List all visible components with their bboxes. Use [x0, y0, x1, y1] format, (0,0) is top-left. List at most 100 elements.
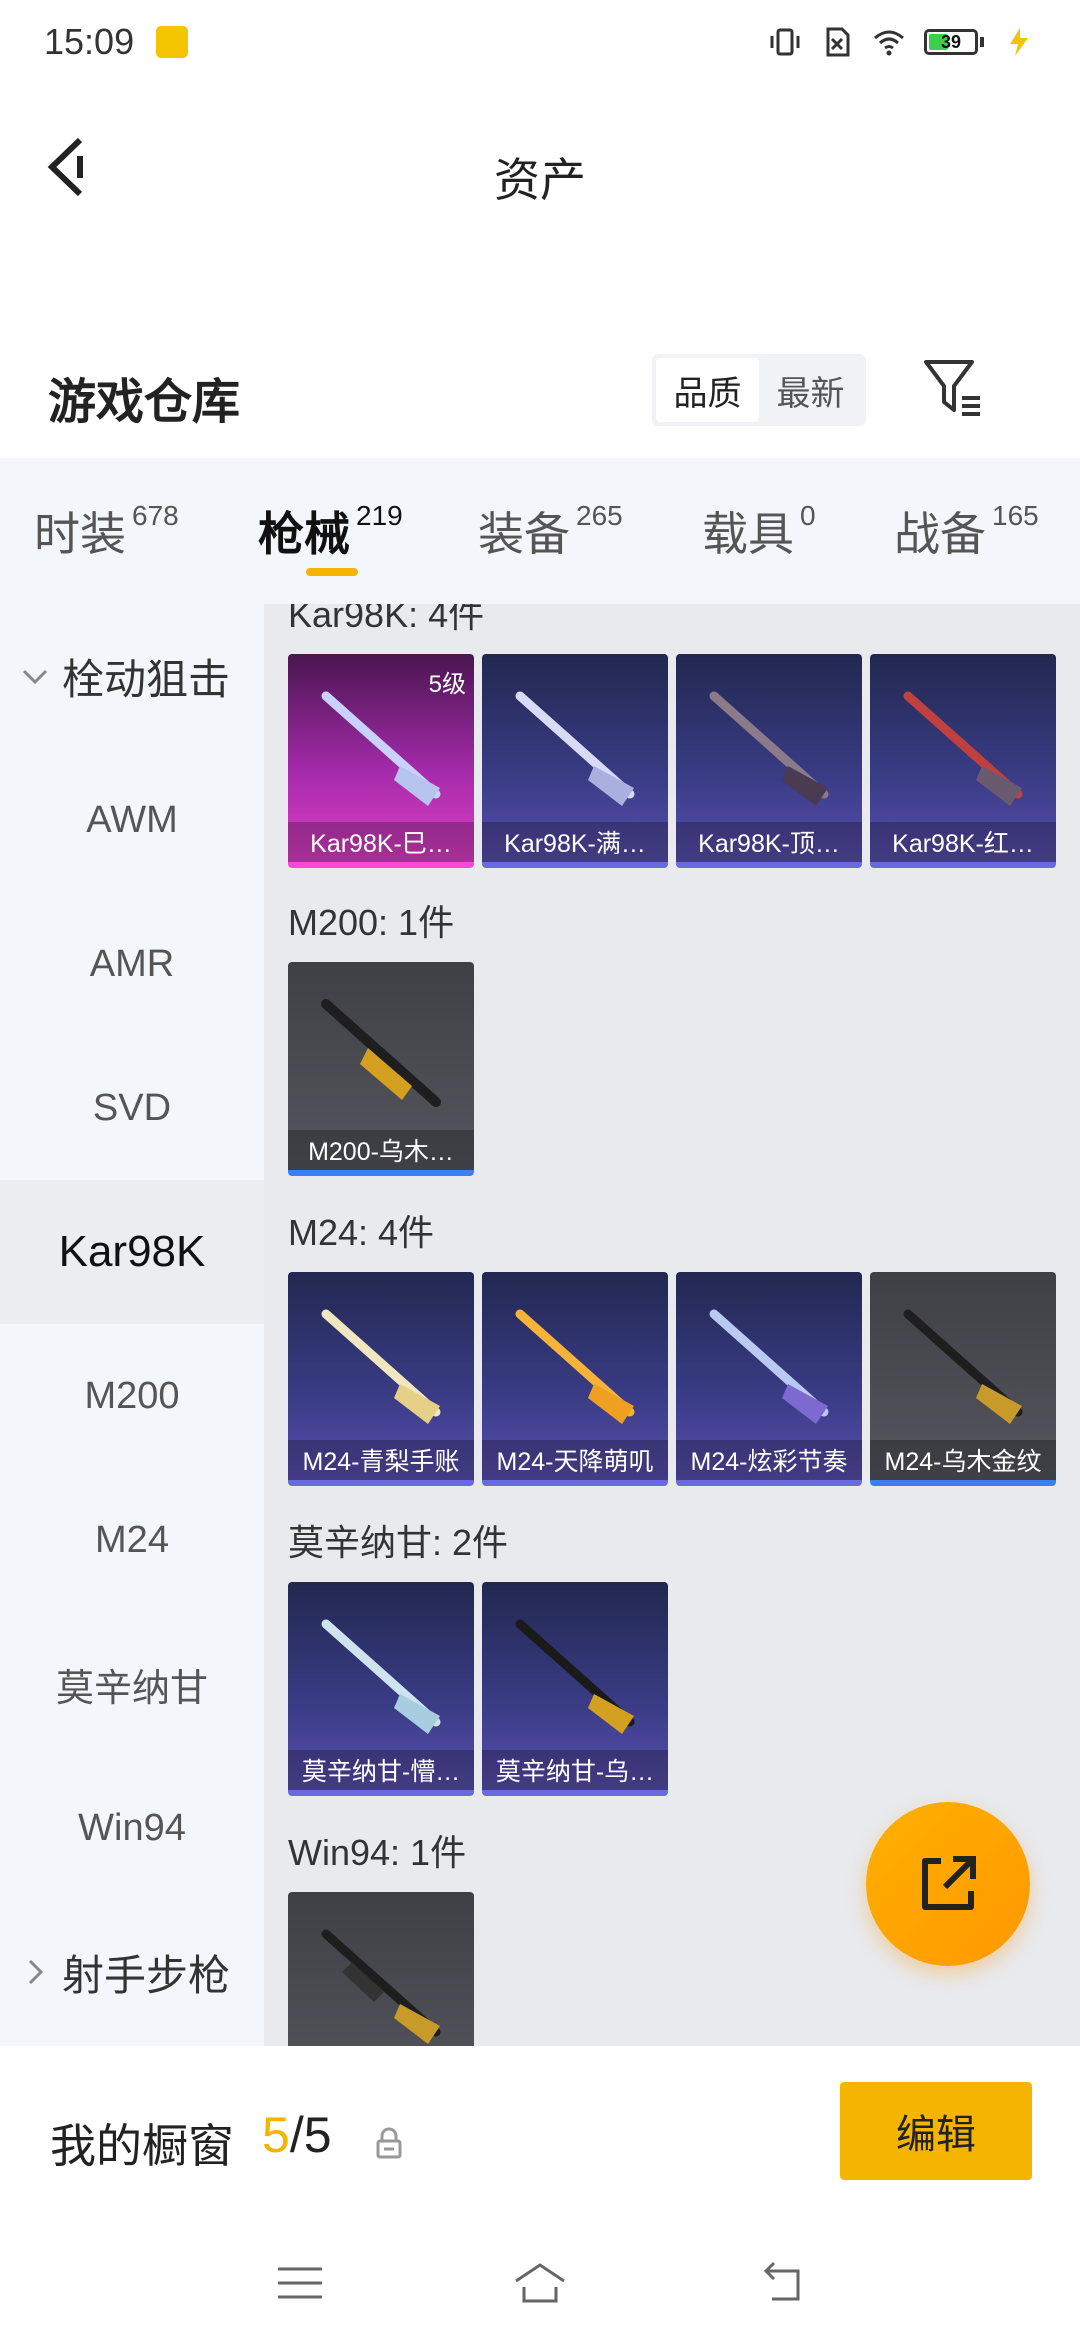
- section-title-kar98k: Kar98K: 4件: [288, 604, 485, 635]
- rifle-skin-icon: [903, 1309, 1023, 1424]
- edit-button[interactable]: 编辑: [840, 2082, 1032, 2180]
- skin-card[interactable]: M200-乌木…: [288, 962, 474, 1176]
- tab-label: 战备: [894, 508, 986, 560]
- rifle-skin-icon: [515, 1309, 635, 1424]
- showcase-total: 5: [303, 2107, 332, 2163]
- tab-firearms[interactable]: 枪械 219: [258, 498, 403, 564]
- tab-count: 265: [576, 500, 623, 531]
- rifle-skin-icon: [709, 691, 829, 806]
- tab-count: 0: [800, 500, 816, 531]
- sidebar-group-label: 射手步枪: [62, 1951, 231, 1999]
- share-button[interactable]: [866, 1802, 1030, 1966]
- skin-name: Kar98K-满…: [482, 822, 668, 862]
- skin-name: Kar98K-巳…: [288, 822, 474, 862]
- showcase-label: 我的橱窗: [50, 2120, 234, 2172]
- skin-card[interactable]: M24-乌木金纹: [870, 1272, 1056, 1486]
- tab-label: 装备: [478, 508, 570, 560]
- battery-level: 39: [940, 31, 962, 52]
- chevron-down-icon: [22, 669, 48, 685]
- tab-count: 678: [132, 500, 179, 531]
- skin-card[interactable]: 莫辛纳甘-懵…: [288, 1582, 474, 1796]
- skin-card[interactable]: 莫辛纳甘-乌…: [482, 1582, 668, 1796]
- sort-toggle: 品质 最新: [652, 354, 866, 426]
- chevron-right-icon: [28, 1959, 44, 1985]
- skin-card[interactable]: 5级 Kar98K-巳…: [288, 654, 474, 868]
- skin-card[interactable]: Kar98K-红…: [870, 654, 1056, 868]
- system-nav-bar: [0, 2226, 1080, 2340]
- tab-label: 枪械: [258, 508, 350, 560]
- page-title: 资产: [494, 154, 586, 206]
- tab-label: 载具: [702, 508, 794, 560]
- sidebar-group-label: 栓动狙击: [62, 655, 231, 703]
- rifle-skin-icon: [321, 1929, 441, 2044]
- skin-name: Kar98K-顶…: [676, 822, 862, 862]
- sort-by-newest-button[interactable]: 最新: [759, 358, 862, 422]
- battery-icon: 39: [924, 29, 984, 55]
- tab-count: 219: [356, 500, 403, 531]
- status-time: 15:09: [44, 21, 135, 62]
- vibrate-icon: [770, 28, 800, 56]
- sidebar-item-m24[interactable]: M24: [0, 1468, 264, 1612]
- share-icon: [922, 1856, 976, 1910]
- warehouse-title: 游戏仓库: [48, 376, 241, 429]
- sidebar-group-marksman-rifle[interactable]: 射手步枪: [0, 1900, 264, 2044]
- tab-supplies[interactable]: 战备 165: [894, 498, 1039, 564]
- rifle-skin-icon: [903, 691, 1023, 806]
- section-title-m24: M24: 4件: [288, 1212, 435, 1253]
- rifle-skin-icon: [321, 1309, 441, 1424]
- skin-name: M24-青梨手账: [288, 1440, 474, 1480]
- lock-icon: [376, 2127, 402, 2159]
- tab-fashion[interactable]: 时装 678: [34, 498, 179, 564]
- wifi-icon: [874, 30, 904, 56]
- sidebar-item-win94[interactable]: Win94: [0, 1756, 264, 1900]
- active-tab-indicator: [306, 568, 358, 576]
- back-nav-icon[interactable]: [752, 2255, 808, 2311]
- tab-label: 时装: [34, 508, 126, 560]
- rifle-skin-icon: [515, 691, 635, 806]
- sidebar-item-m200[interactable]: M200: [0, 1324, 264, 1468]
- category-tabs: 时装 678 枪械 219 装备 265 载具 0 战备 165: [0, 458, 1080, 604]
- sidebar-item-mosin-nagant[interactable]: 莫辛纳甘: [0, 1612, 264, 1756]
- menu-icon[interactable]: [272, 2255, 328, 2311]
- top-app-bar: 资产: [0, 100, 1080, 240]
- sort-by-quality-button[interactable]: 品质: [656, 358, 759, 422]
- skin-card[interactable]: M24-天降萌叽: [482, 1272, 668, 1486]
- rifle-skin-icon: [709, 1309, 829, 1424]
- rifle-skin-icon: [321, 691, 441, 806]
- skin-name: M24-乌木金纹: [870, 1440, 1056, 1480]
- tab-vehicles[interactable]: 载具 0: [702, 498, 816, 564]
- weapon-type-sidebar: 栓动狙击 AWM AMR SVD Kar98K M200 M24 莫辛纳甘 Wi…: [0, 604, 264, 2046]
- skin-card[interactable]: Kar98K-满…: [482, 654, 668, 868]
- sidebar-item-awm[interactable]: AWM: [0, 748, 264, 892]
- no-sim-icon: [826, 27, 850, 57]
- tab-count: 165: [992, 500, 1039, 531]
- warehouse-header: 游戏仓库 品质 最新: [0, 340, 1080, 458]
- charging-icon: [1010, 28, 1028, 56]
- showcase-count: 5/5: [262, 2106, 332, 2164]
- rifle-skin-icon: [321, 999, 441, 1107]
- showcase-separator: /: [289, 2107, 304, 2163]
- skin-name: M24-天降萌叽: [482, 1440, 668, 1480]
- skin-card[interactable]: M24-青梨手账: [288, 1272, 474, 1486]
- skin-card[interactable]: [288, 1892, 474, 2046]
- section-title-win94: Win94: 1件: [288, 1832, 467, 1873]
- skin-name: Kar98K-红…: [870, 822, 1056, 862]
- status-bar: 15:09 39: [0, 0, 1080, 84]
- tab-equipment[interactable]: 装备 265: [478, 498, 623, 564]
- sidebar-item-svd[interactable]: SVD: [0, 1036, 264, 1180]
- sidebar-group-bolt-action[interactable]: 栓动狙击: [0, 604, 264, 748]
- skin-name: 莫辛纳甘-乌…: [482, 1750, 668, 1790]
- sidebar-item-kar98k[interactable]: Kar98K: [0, 1180, 264, 1324]
- filter-icon[interactable]: [922, 356, 984, 420]
- home-icon[interactable]: [512, 2255, 568, 2311]
- rifle-skin-icon: [321, 1619, 441, 1734]
- skin-name: M200-乌木…: [288, 1130, 474, 1170]
- skin-card[interactable]: Kar98K-顶…: [676, 654, 862, 868]
- app-notification-icon: [156, 26, 189, 58]
- skin-card[interactable]: M24-炫彩节奏: [676, 1272, 862, 1486]
- section-title-m200: M200: 1件: [288, 902, 455, 943]
- sidebar-item-amr[interactable]: AMR: [0, 892, 264, 1036]
- showcase-used: 5: [262, 2107, 290, 2163]
- section-title-mosin-nagant: 莫辛纳甘: 2件: [288, 1522, 509, 1563]
- skin-name: 莫辛纳甘-懵…: [288, 1750, 474, 1790]
